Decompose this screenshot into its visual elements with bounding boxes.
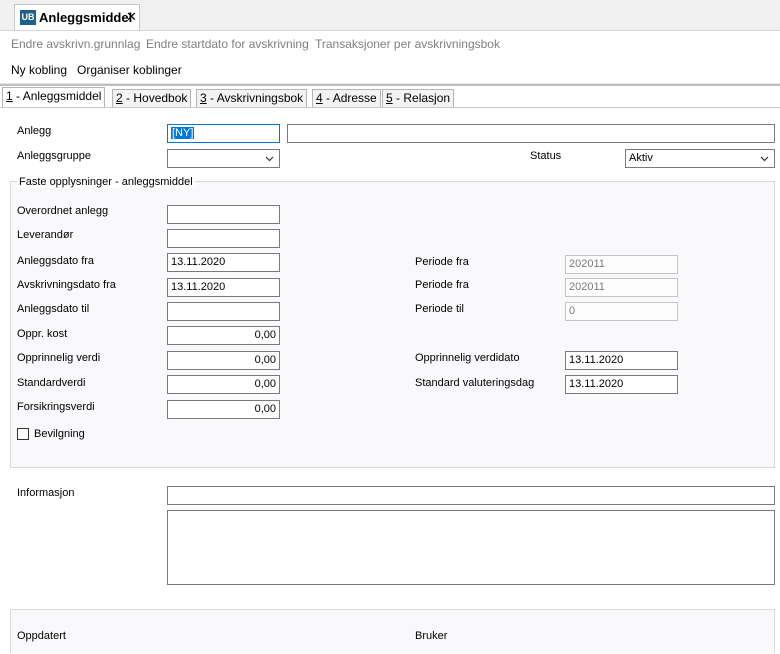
- separator: [0, 84, 780, 86]
- toolbar-actions: Endre avskrivn.grunnlag Endre startdato …: [0, 31, 780, 58]
- chevron-down-icon: [760, 156, 769, 162]
- tab-anleggsmiddel[interactable]: 1 - Anleggsmiddel: [2, 87, 106, 108]
- document-title: Anleggsmiddel: [39, 10, 133, 25]
- change-depreciation-basis-button[interactable]: Endre avskrivn.grunnlag: [11, 37, 140, 51]
- periode-fra-input[interactable]: 202011: [565, 255, 678, 274]
- fixed-info-groupbox: [10, 181, 775, 468]
- anleggsgruppe-label: Anleggsgruppe: [17, 150, 92, 162]
- bevilgning-label: Bevilgning: [34, 428, 85, 440]
- anleggsdato-fra-input[interactable]: 13.11.2020: [167, 253, 280, 272]
- informasjon-line-input[interactable]: [167, 486, 775, 505]
- transactions-per-book-button[interactable]: Transaksjoner per avskrivningsbok: [315, 37, 500, 51]
- new-link-button[interactable]: Ny kobling: [11, 63, 67, 77]
- periode-til-input[interactable]: 0: [565, 302, 678, 321]
- informasjon-textarea[interactable]: [167, 510, 775, 585]
- anlegg-label: Anlegg: [17, 125, 52, 137]
- overordnet-input[interactable]: [167, 205, 280, 224]
- periode-fra-label: Periode fra: [415, 256, 469, 268]
- tab-adresse[interactable]: 4 - Adresse: [312, 89, 381, 107]
- status-select[interactable]: Aktiv: [625, 149, 775, 168]
- tab-relasjon[interactable]: 5 - Relasjon: [382, 89, 455, 107]
- opprinnelig-verdi-label: Opprinnelig verdi: [17, 352, 101, 364]
- app-logo-icon: UB: [20, 10, 36, 25]
- anleggsdato-til-input[interactable]: [167, 302, 280, 321]
- fixed-info-title: Faste opplysninger - anleggsmiddel: [17, 176, 195, 188]
- standardverdi-input[interactable]: 0,00: [167, 375, 280, 394]
- periode-fra-avskr-input[interactable]: 202011: [565, 278, 678, 297]
- forsikringsverdi-label: Forsikringsverdi: [17, 401, 95, 413]
- status-label: Status: [530, 150, 562, 162]
- anlegg-description-input[interactable]: [287, 124, 775, 143]
- forsikringsverdi-input[interactable]: 0,00: [167, 400, 280, 419]
- document-tab-bar: UB Anleggsmiddel ✕: [0, 0, 780, 31]
- change-depreciation-start-button[interactable]: Endre startdato for avskrivning: [146, 37, 309, 51]
- anlegg-input[interactable]: [NY]: [167, 124, 280, 143]
- opprinnelig-verdidato-input[interactable]: 13.11.2020: [565, 351, 678, 370]
- document-tab[interactable]: UB Anleggsmiddel ✕: [14, 4, 140, 30]
- audit-groupbox: [10, 609, 775, 653]
- informasjon-label: Informasjon: [17, 487, 75, 499]
- opprinnelig-verdidato-label: Opprinnelig verdidato: [415, 352, 520, 364]
- leverandor-input[interactable]: [167, 229, 280, 248]
- chevron-down-icon: [265, 156, 274, 162]
- standard-valuteringsdag-label: Standard valuteringsdag: [415, 377, 535, 389]
- oppr-kost-input[interactable]: 0,00: [167, 326, 280, 345]
- avskrivningsdato-fra-label: Avskrivningsdato fra: [17, 279, 116, 291]
- organize-links-button[interactable]: Organiser koblinger: [77, 63, 182, 77]
- leverandor-label: Leverandør: [17, 229, 74, 241]
- anleggsgruppe-select[interactable]: [167, 149, 280, 168]
- toolbar-links: Ny kobling Organiser koblinger: [0, 57, 780, 84]
- bruker-label: Bruker: [415, 630, 448, 642]
- standardverdi-label: Standardverdi: [17, 377, 86, 389]
- opprinnelig-verdi-input[interactable]: 0,00: [167, 351, 280, 370]
- anleggsdato-fra-label: Anleggsdato fra: [17, 255, 95, 267]
- oppdatert-label: Oppdatert: [17, 630, 66, 642]
- tab-avskrivningsbok[interactable]: 3 - Avskrivningsbok: [196, 89, 308, 107]
- form-tabs: 1 - Anleggsmiddel 2 - Hovedbok 3 - Avskr…: [0, 87, 780, 108]
- bevilgning-checkbox[interactable]: [17, 428, 29, 440]
- overordnet-label: Overordnet anlegg: [17, 205, 109, 217]
- avskrivningsdato-fra-input[interactable]: 13.11.2020: [167, 278, 280, 297]
- periode-til-label: Periode til: [415, 303, 464, 315]
- anleggsdato-til-label: Anleggsdato til: [17, 303, 90, 315]
- periode-fra-avskr-label: Periode fra: [415, 279, 469, 291]
- oppr-kost-label: Oppr. kost: [17, 328, 68, 340]
- tab-hovedbok[interactable]: 2 - Hovedbok: [112, 89, 192, 107]
- close-icon[interactable]: ✕: [126, 9, 137, 25]
- standard-valuteringsdag-input[interactable]: 13.11.2020: [565, 375, 678, 394]
